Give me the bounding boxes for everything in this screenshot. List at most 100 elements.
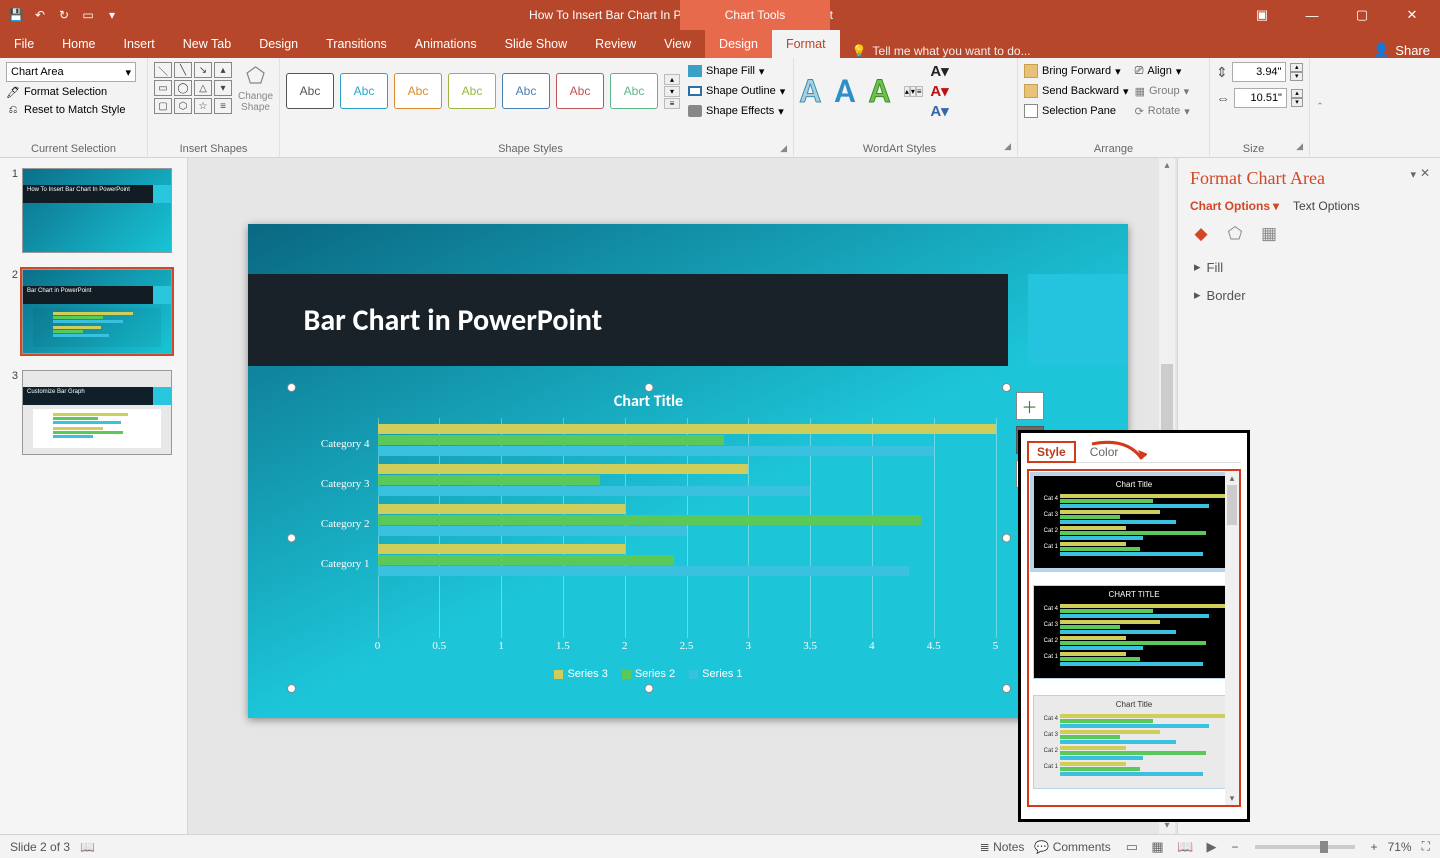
shape-more[interactable]: ▴ <box>214 62 232 78</box>
fit-to-window-icon[interactable]: ⛶ <box>1422 839 1430 854</box>
dialog-launcher-icon[interactable]: ◢ <box>999 141 1011 155</box>
chart-style-preview-2[interactable]: CHART TITLE Cat 4Cat 3Cat 2Cat 1 <box>1033 585 1235 679</box>
align-button[interactable]: ⎚Align▾ <box>1135 62 1190 80</box>
ribbon-display-options-icon[interactable]: ▣ <box>1240 1 1284 29</box>
collapse-ribbon-icon[interactable]: ˆ <box>1310 100 1330 115</box>
tab-view[interactable]: View <box>650 30 705 58</box>
tab-transitions[interactable]: Transitions <box>312 30 401 58</box>
thumbnail-1[interactable]: 1 How To Insert Bar Chart In PowerPoint <box>8 168 179 253</box>
scroll-thumb[interactable] <box>1227 485 1237 525</box>
shape-style-3[interactable]: Abc <box>394 73 442 109</box>
fill-section[interactable]: ▸Fill <box>1194 259 1428 275</box>
flyout-scrollbar[interactable]: ▴ ▾ <box>1225 471 1239 805</box>
shape-line[interactable]: ＼ <box>154 62 172 78</box>
height-spin[interactable]: ▴▾ <box>1290 63 1303 81</box>
chart-element-selector[interactable]: Chart Area ▾ <box>6 62 136 82</box>
chart-options-tab[interactable]: Chart Options▾ <box>1190 199 1279 213</box>
shape-line2[interactable]: ╲ <box>174 62 192 78</box>
wordart-2[interactable]: A <box>835 71 856 112</box>
effects-icon[interactable]: ⬠ <box>1224 223 1246 245</box>
chart-object[interactable]: Chart Title Category 4Category 3Category… <box>292 388 1006 688</box>
width-input-row[interactable]: ⇔10.51"▴▾ <box>1216 88 1303 108</box>
tell-me-search[interactable]: 💡Tell me what you want to do... <box>852 44 1364 58</box>
shape-style-7[interactable]: Abc <box>610 73 658 109</box>
comments-button[interactable]: 💬 Comments <box>1034 840 1110 854</box>
chart-style-preview-1[interactable]: Chart Title Cat 4Cat 3Cat 2Cat 1 <box>1033 475 1235 569</box>
maximize-icon[interactable]: ▢ <box>1340 1 1384 29</box>
slide[interactable]: Bar Chart in PowerPoint Chart Title Cate… <box>248 224 1128 718</box>
scroll-down-icon[interactable]: ▾ <box>1225 791 1239 805</box>
share-button[interactable]: 👤Share <box>1363 42 1440 58</box>
height-value[interactable]: 3.94" <box>1232 62 1287 82</box>
shape-fill-button[interactable]: Shape Fill▾ <box>688 62 785 80</box>
shapes-gallery[interactable]: ＼╲↘▴ ▭◯△▾ ▢⬡☆≡ <box>154 62 232 114</box>
resize-handle[interactable] <box>1002 383 1011 392</box>
task-pane-options-icon[interactable]: ▾ <box>1410 168 1416 181</box>
wordart-3[interactable]: A <box>869 71 890 112</box>
redo-icon[interactable]: ↻ <box>54 5 74 25</box>
shape-effects-button[interactable]: Shape Effects▾ <box>688 102 785 120</box>
thumbnail-3[interactable]: 3 Customize Bar Graph <box>8 370 179 455</box>
chart-elements-button[interactable]: ＋ <box>1016 392 1044 420</box>
format-selection-button[interactable]: 🖊Format Selection <box>6 84 141 100</box>
gallery-spin[interactable]: ▴▾≡ <box>664 74 680 109</box>
resize-handle[interactable] <box>287 383 296 392</box>
shape-outline-button[interactable]: Shape Outline▾ <box>688 82 785 100</box>
shape-style-1[interactable]: Abc <box>286 73 334 109</box>
reset-match-style-button[interactable]: ⎌Reset to Match Style <box>6 102 141 118</box>
resize-handle[interactable] <box>1002 534 1011 543</box>
selection-pane-button[interactable]: Selection Pane <box>1024 102 1129 120</box>
shape-rrect[interactable]: ▢ <box>154 98 172 114</box>
spell-check-icon[interactable]: 📖 <box>80 840 95 854</box>
shape-oval[interactable]: ◯ <box>174 80 192 96</box>
resize-handle[interactable] <box>644 684 653 693</box>
chart-legend[interactable]: Series 3Series 2Series 1 <box>292 668 1006 680</box>
width-spin[interactable]: ▴▾ <box>1291 89 1303 107</box>
shape-more3[interactable]: ≡ <box>214 98 232 114</box>
tab-animations[interactable]: Animations <box>401 30 491 58</box>
shape-rect[interactable]: ▭ <box>154 80 172 96</box>
zoom-out-icon[interactable]: − <box>1232 840 1239 854</box>
start-from-beginning-icon[interactable]: ▭ <box>78 5 98 25</box>
thumbnail-2[interactable]: 2 Bar Chart in PowerPoint <box>8 269 179 354</box>
tab-review[interactable]: Review <box>581 30 650 58</box>
flyout-style-tab[interactable]: Style <box>1027 441 1076 463</box>
shape-hex[interactable]: ⬡ <box>174 98 192 114</box>
fill-line-icon[interactable]: ◆ <box>1190 223 1212 245</box>
tab-newtab[interactable]: New Tab <box>169 30 245 58</box>
text-effects-button[interactable]: A▾ <box>929 102 951 120</box>
tab-file[interactable]: File <box>0 30 48 58</box>
minimize-icon[interactable]: — <box>1290 1 1334 29</box>
scroll-up-icon[interactable]: ▴ <box>1225 471 1239 485</box>
zoom-percent[interactable]: 71% <box>1388 840 1412 854</box>
shape-style-5[interactable]: Abc <box>502 73 550 109</box>
wordart-spin[interactable]: ▴▾≡ <box>904 85 923 97</box>
notes-button[interactable]: ≣ Notes <box>980 840 1025 854</box>
plot-area[interactable]: Category 4Category 3Category 2Category 1 <box>378 418 996 638</box>
text-fill-button[interactable]: A▾ <box>929 62 951 80</box>
undo-icon[interactable]: ↶ <box>30 5 50 25</box>
scroll-up-icon[interactable]: ▴ <box>1159 158 1175 174</box>
tab-chart-design[interactable]: Design <box>705 30 772 58</box>
tab-chart-format[interactable]: Format <box>772 30 840 58</box>
save-icon[interactable]: 💾 <box>6 5 26 25</box>
resize-handle[interactable] <box>644 383 653 392</box>
slideshow-view-icon[interactable]: ▶ <box>1202 839 1222 854</box>
shape-style-6[interactable]: Abc <box>556 73 604 109</box>
flyout-color-tab[interactable]: Color <box>1082 443 1127 461</box>
bring-forward-button[interactable]: Bring Forward▾ <box>1024 62 1129 80</box>
tab-home[interactable]: Home <box>48 30 109 58</box>
chart-style-preview-3[interactable]: Chart Title Cat 4Cat 3Cat 2Cat 1 <box>1033 695 1235 789</box>
shape-arrow[interactable]: ↘ <box>194 62 212 78</box>
slide-sorter-icon[interactable]: ▦ <box>1146 839 1168 854</box>
shape-style-2[interactable]: Abc <box>340 73 388 109</box>
close-icon[interactable]: ✕ <box>1390 1 1434 29</box>
tab-insert[interactable]: Insert <box>110 30 169 58</box>
zoom-slider[interactable] <box>1255 845 1355 849</box>
slide-title[interactable]: Bar Chart in PowerPoint <box>304 302 603 339</box>
close-pane-icon[interactable]: ✕ <box>1418 166 1432 180</box>
resize-handle[interactable] <box>1002 684 1011 693</box>
dialog-launcher-icon[interactable]: ◢ <box>1291 141 1303 155</box>
text-outline-button[interactable]: A▾ <box>929 82 951 100</box>
shape-star[interactable]: ☆ <box>194 98 212 114</box>
